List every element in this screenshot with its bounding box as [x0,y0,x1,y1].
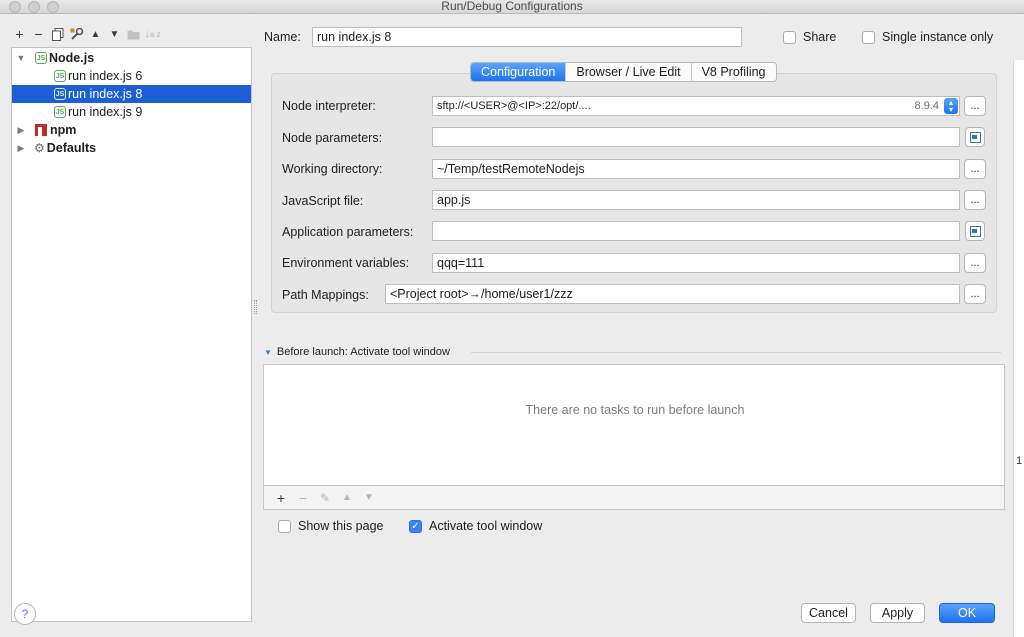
tree-item-label: run index.js 8 [68,87,143,101]
before-launch-list: There are no tasks to run before launch [263,364,1005,486]
environment-variables-edit-button[interactable]: ... [964,253,986,273]
node-interpreter-select[interactable]: sftp://<USER>@<IP>:22/opt/.... 8.9.4 ▴ ▾ [432,96,960,116]
tree-item-label: Defaults [46,141,97,155]
nodejs-icon: JS [54,106,66,118]
node-interpreter-browse-button[interactable]: ... [964,96,986,116]
environment-variables-input[interactable]: qqq=111 [432,253,960,273]
folder-icon[interactable] [124,24,143,44]
tree-item-npm[interactable]: ▶ npm [12,121,251,139]
node-parameters-input[interactable] [432,127,960,147]
tree-item-run-index-8[interactable]: JS run index.js 8 [12,85,251,103]
show-this-page-checkbox[interactable] [278,520,291,533]
remove-icon[interactable]: − [29,24,48,44]
tree-item-defaults[interactable]: ▶ ⚙ Defaults [12,139,251,157]
background-window-edge [1013,60,1024,637]
activate-tool-window-checkbox[interactable]: ✓ [409,520,422,533]
ok-button[interactable]: OK [939,603,995,623]
apply-button[interactable]: Apply [870,603,925,623]
minimize-window-button[interactable] [28,1,40,13]
single-instance-label[interactable]: Single instance only [882,30,993,44]
nodejs-icon: JS [35,52,47,64]
path-mappings-label: Path Mappings: [282,288,369,302]
javascript-file-label: JavaScript file: [282,194,364,208]
node-interpreter-value: sftp://<USER>@<IP>:22/opt/.... [437,100,591,112]
background-window-text: 1 [1016,455,1023,467]
title-bar: Run/Debug Configurations [0,0,1024,14]
move-down-icon[interactable]: ▼ [105,24,124,44]
name-input[interactable]: run index.js 8 [312,27,742,47]
nodejs-icon: JS [54,88,66,100]
remove-task-icon[interactable]: − [292,488,314,508]
zoom-window-button[interactable] [47,1,59,13]
move-task-down-icon[interactable]: ▼ [358,488,380,508]
run-debug-dialog: Run/Debug Configurations + − ▲ ▼ ↓ a z ▼ … [0,0,1024,637]
add-icon[interactable]: + [10,24,29,44]
activate-tool-window-label[interactable]: Activate tool window [429,519,542,533]
show-this-page-label[interactable]: Show this page [298,519,383,533]
wrench-icon: ⚙ [34,141,45,155]
tab-configuration[interactable]: Configuration [471,63,567,81]
tree-item-run-index-6[interactable]: JS run index.js 6 [12,67,251,85]
application-parameters-label: Application parameters: [282,225,414,239]
tree-item-run-index-9[interactable]: JS run index.js 9 [12,103,251,121]
before-launch-toolbar: + − ✎ ▲ ▼ [263,486,1005,510]
chevron-up-down-icon: ▴ ▾ [944,98,958,114]
divider [471,352,1001,353]
expand-arrow-icon[interactable]: ▼ [15,53,27,63]
tree-item-nodejs[interactable]: ▼ JS Node.js [12,49,251,67]
working-directory-label: Working directory: [282,162,383,176]
node-parameters-label: Node parameters: [282,131,383,145]
nodejs-icon: JS [54,70,66,82]
tree-item-label: run index.js 9 [68,105,143,119]
tab-bar: Configuration Browser / Live Edit V8 Pro… [470,62,777,82]
node-interpreter-label: Node interpreter: [282,99,376,113]
environment-variables-label: Environment variables: [282,256,410,270]
cancel-button[interactable]: Cancel [801,603,856,623]
name-label: Name: [264,30,301,44]
splitter-handle[interactable] [254,300,257,314]
tree-item-label: run index.js 6 [68,69,143,83]
before-launch-empty-text: There are no tasks to run before launch [525,403,745,417]
close-window-button[interactable] [9,1,21,13]
share-label[interactable]: Share [803,30,836,44]
tab-v8-profiling[interactable]: V8 Profiling [691,63,776,81]
npm-icon [35,124,47,136]
config-tree: ▼ JS Node.js JS run index.js 6 JS run in… [11,47,252,622]
window-title: Run/Debug Configurations [441,0,583,13]
single-instance-checkbox[interactable] [862,31,875,44]
move-task-up-icon[interactable]: ▲ [336,488,358,508]
share-checkbox[interactable] [783,31,796,44]
javascript-file-browse-button[interactable]: ... [964,190,986,210]
tab-browser-live-edit[interactable]: Browser / Live Edit [566,63,692,81]
node-version: 8.9.4 [914,100,939,112]
path-mappings-edit-button[interactable]: ... [964,284,986,304]
add-task-icon[interactable]: + [270,488,292,508]
path-mappings-input[interactable]: <Project root>→/home/user1/zzz [385,284,960,304]
sort-icon[interactable]: ↓ a z [143,24,162,44]
javascript-file-input[interactable]: app.js [432,190,960,210]
edit-defaults-icon[interactable] [67,24,86,44]
move-up-icon[interactable]: ▲ [86,24,105,44]
expand-editor-icon[interactable] [965,127,985,147]
working-directory-browse-button[interactable]: ... [964,159,986,179]
help-button[interactable]: ? [14,603,36,625]
edit-task-icon[interactable]: ✎ [314,488,336,508]
tree-item-label: npm [50,123,77,137]
copy-icon[interactable] [48,24,67,44]
expand-arrow-icon[interactable]: ▶ [15,143,27,154]
expand-editor-icon[interactable] [965,221,985,241]
config-toolbar: + − ▲ ▼ ↓ a z [10,24,162,44]
application-parameters-input[interactable] [432,221,960,241]
before-launch-header[interactable]: ▼ Before launch: Activate tool window [264,346,450,358]
working-directory-input[interactable]: ~/Temp/testRemoteNodejs [432,159,960,179]
before-launch-title: Before launch: Activate tool window [276,346,450,358]
expand-arrow-icon[interactable]: ▶ [15,125,27,136]
tree-item-label: Node.js [49,51,95,65]
collapse-triangle-icon[interactable]: ▼ [264,348,272,357]
